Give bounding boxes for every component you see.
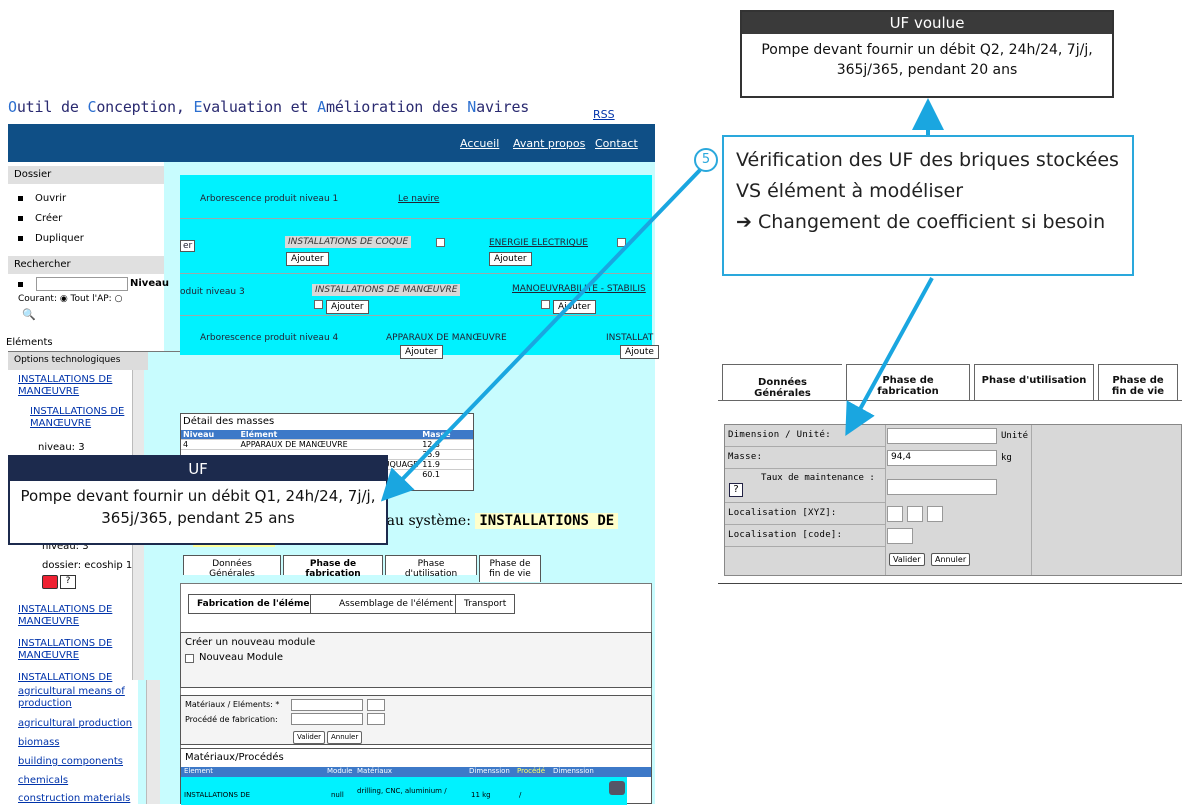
arrow-to-dimension bbox=[845, 277, 934, 437]
arrows-overlay bbox=[380, 98, 944, 502]
arrow-to-uf bbox=[380, 168, 702, 502]
